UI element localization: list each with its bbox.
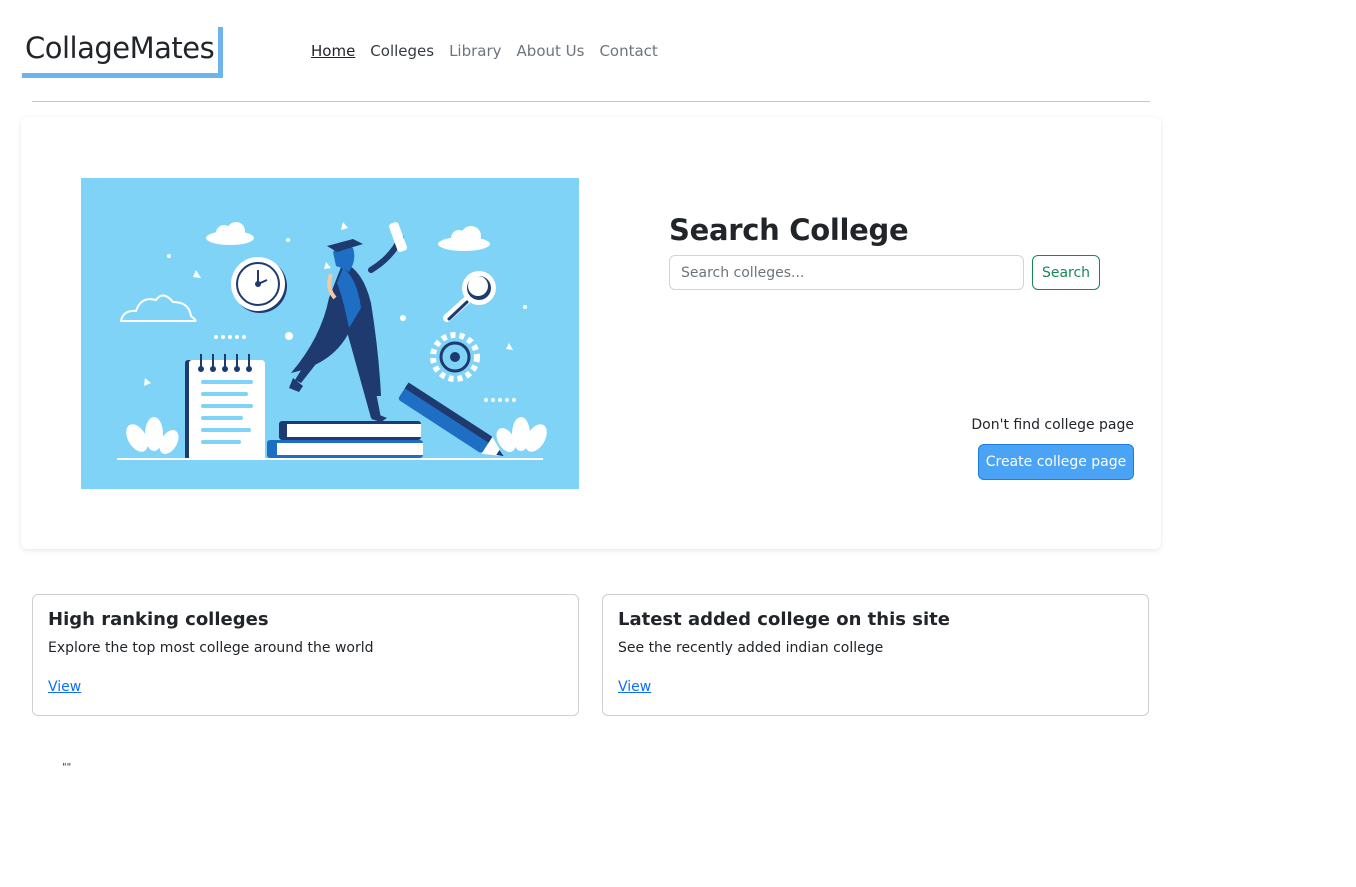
site-logo[interactable]: CollageMates: [22, 27, 223, 78]
stray-quote-text: "": [62, 762, 72, 773]
card-text: Explore the top most college around the …: [48, 640, 374, 656]
search-button[interactable]: Search: [1032, 255, 1100, 290]
nav-library[interactable]: Library: [449, 42, 501, 60]
card-high-ranking: High ranking colleges Explore the top mo…: [32, 594, 579, 716]
nav-contact[interactable]: Contact: [599, 42, 657, 60]
nav-about-us[interactable]: About Us: [517, 42, 585, 60]
hero-card: Search College Search Don't find college…: [21, 117, 1161, 549]
search-college-heading: Search College: [669, 213, 909, 247]
header-divider: [32, 101, 1150, 102]
create-college-page-button[interactable]: Create college page: [978, 444, 1134, 480]
nav-colleges[interactable]: Colleges: [370, 42, 434, 60]
card-title: Latest added college on this site: [618, 609, 950, 630]
card-title: High ranking colleges: [48, 609, 269, 630]
card-text: See the recently added indian college: [618, 640, 884, 656]
card-view-link[interactable]: View: [48, 679, 81, 695]
graduate-illustration-svg: [81, 178, 579, 489]
dont-find-text: Don't find college page: [971, 417, 1134, 433]
nav-home[interactable]: Home: [311, 42, 355, 60]
card-view-link[interactable]: View: [618, 679, 651, 695]
main-nav: Home Colleges Library About Us Contact: [311, 42, 673, 60]
card-latest-added: Latest added college on this site See th…: [602, 594, 1149, 716]
graduation-illustration: [81, 178, 579, 489]
search-input[interactable]: [669, 255, 1024, 290]
